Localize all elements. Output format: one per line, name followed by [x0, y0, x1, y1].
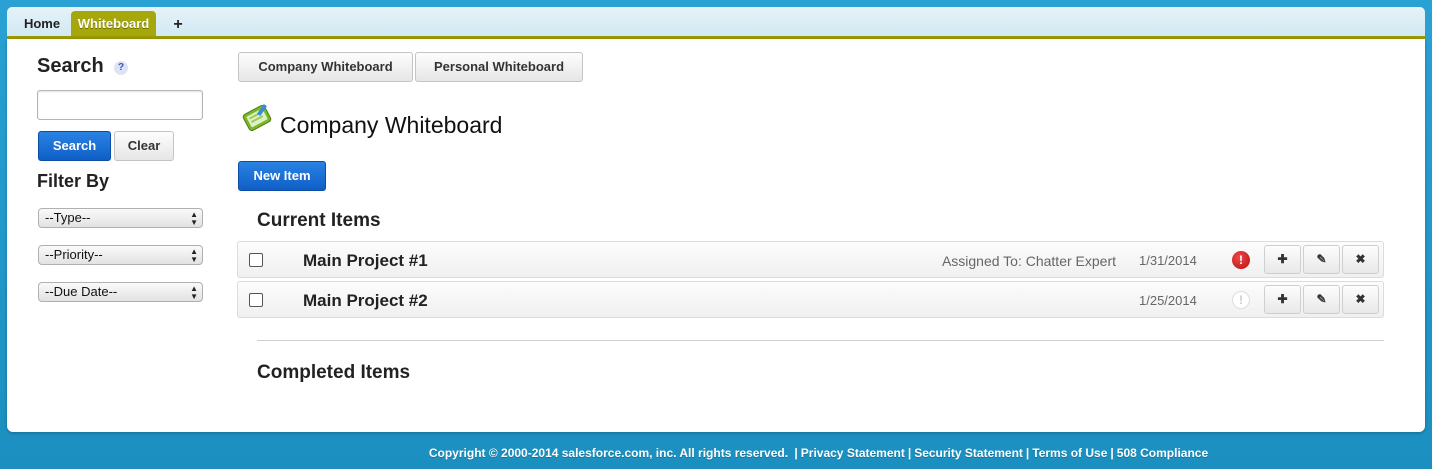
security-statement-link[interactable]: Security Statement [914, 446, 1023, 460]
search-input[interactable] [37, 90, 203, 120]
filter-heading: Filter By [37, 171, 110, 191]
footer: Copyright © 2000-2014 salesforce.com, in… [0, 446, 1432, 460]
priority-select[interactable]: --Priority-- ▲ ▼ [38, 245, 203, 265]
page-title: Company Whiteboard [280, 112, 503, 138]
search-heading: Search [37, 55, 104, 77]
select-arrows-icon: ▲ ▼ [190, 210, 198, 227]
add-subitem-button[interactable]: ✚ [1264, 245, 1301, 274]
item-due-date: 1/25/2014 [1139, 293, 1197, 308]
list-item: Main Project #2 1/25/2014 ! ✚ ✎ ✖ [237, 281, 1384, 318]
priority-none-icon[interactable]: ! [1232, 291, 1250, 309]
footer-separator: | [907, 446, 912, 460]
main-panel: Search ? Search Clear Filter By --Type--… [7, 39, 1425, 432]
clear-button[interactable]: Clear [114, 131, 174, 161]
due-date-select[interactable]: --Due Date-- ▲ ▼ [38, 282, 203, 302]
list-item: Main Project #1 Assigned To: Chatter Exp… [237, 241, 1384, 278]
help-icon[interactable]: ? [114, 61, 128, 75]
personal-whiteboard-button[interactable]: Personal Whiteboard [415, 52, 583, 82]
tab-whiteboard[interactable]: Whiteboard [71, 11, 156, 36]
footer-separator: | [1025, 446, 1030, 460]
type-select[interactable]: --Type-- ▲ ▼ [38, 208, 203, 228]
type-select-value: --Type-- [45, 210, 91, 225]
terms-of-use-link[interactable]: Terms of Use [1032, 446, 1107, 460]
priority-high-icon[interactable]: ! [1232, 251, 1250, 269]
508-compliance-link[interactable]: 508 Compliance [1117, 446, 1208, 460]
section-divider [257, 340, 1384, 341]
search-button[interactable]: Search [38, 131, 111, 161]
completed-items-heading: Completed Items [257, 362, 411, 383]
company-whiteboard-button[interactable]: Company Whiteboard [238, 52, 413, 82]
item-due-date: 1/31/2014 [1139, 253, 1197, 268]
select-arrows-icon: ▲ ▼ [190, 284, 198, 301]
priority-select-value: --Priority-- [45, 247, 103, 262]
whiteboard-tablet-icon [242, 104, 272, 132]
delete-item-button[interactable]: ✖ [1342, 245, 1379, 274]
privacy-statement-link[interactable]: Privacy Statement [801, 446, 905, 460]
select-arrows-icon: ▲ ▼ [190, 247, 198, 264]
tab-home[interactable]: Home [13, 11, 71, 36]
item-name[interactable]: Main Project #2 [303, 291, 428, 311]
footer-separator: | [794, 446, 798, 460]
footer-separator: | [1110, 446, 1114, 460]
add-subitem-button[interactable]: ✚ [1264, 285, 1301, 314]
delete-item-button[interactable]: ✖ [1342, 285, 1379, 314]
add-tab-button[interactable]: + [167, 12, 189, 37]
new-item-button[interactable]: New Item [238, 161, 326, 191]
due-date-select-value: --Due Date-- [45, 284, 118, 299]
item-name[interactable]: Main Project #1 [303, 251, 428, 271]
current-items-heading: Current Items [257, 210, 381, 231]
item-checkbox[interactable] [249, 293, 263, 307]
item-checkbox[interactable] [249, 253, 263, 267]
tab-bar: Home Whiteboard + [7, 7, 1425, 39]
edit-item-button[interactable]: ✎ [1303, 245, 1340, 274]
edit-item-button[interactable]: ✎ [1303, 285, 1340, 314]
copyright-text: Copyright © 2000-2014 salesforce.com, in… [428, 446, 789, 460]
item-assigned: Assigned To: Chatter Expert [941, 253, 1116, 269]
